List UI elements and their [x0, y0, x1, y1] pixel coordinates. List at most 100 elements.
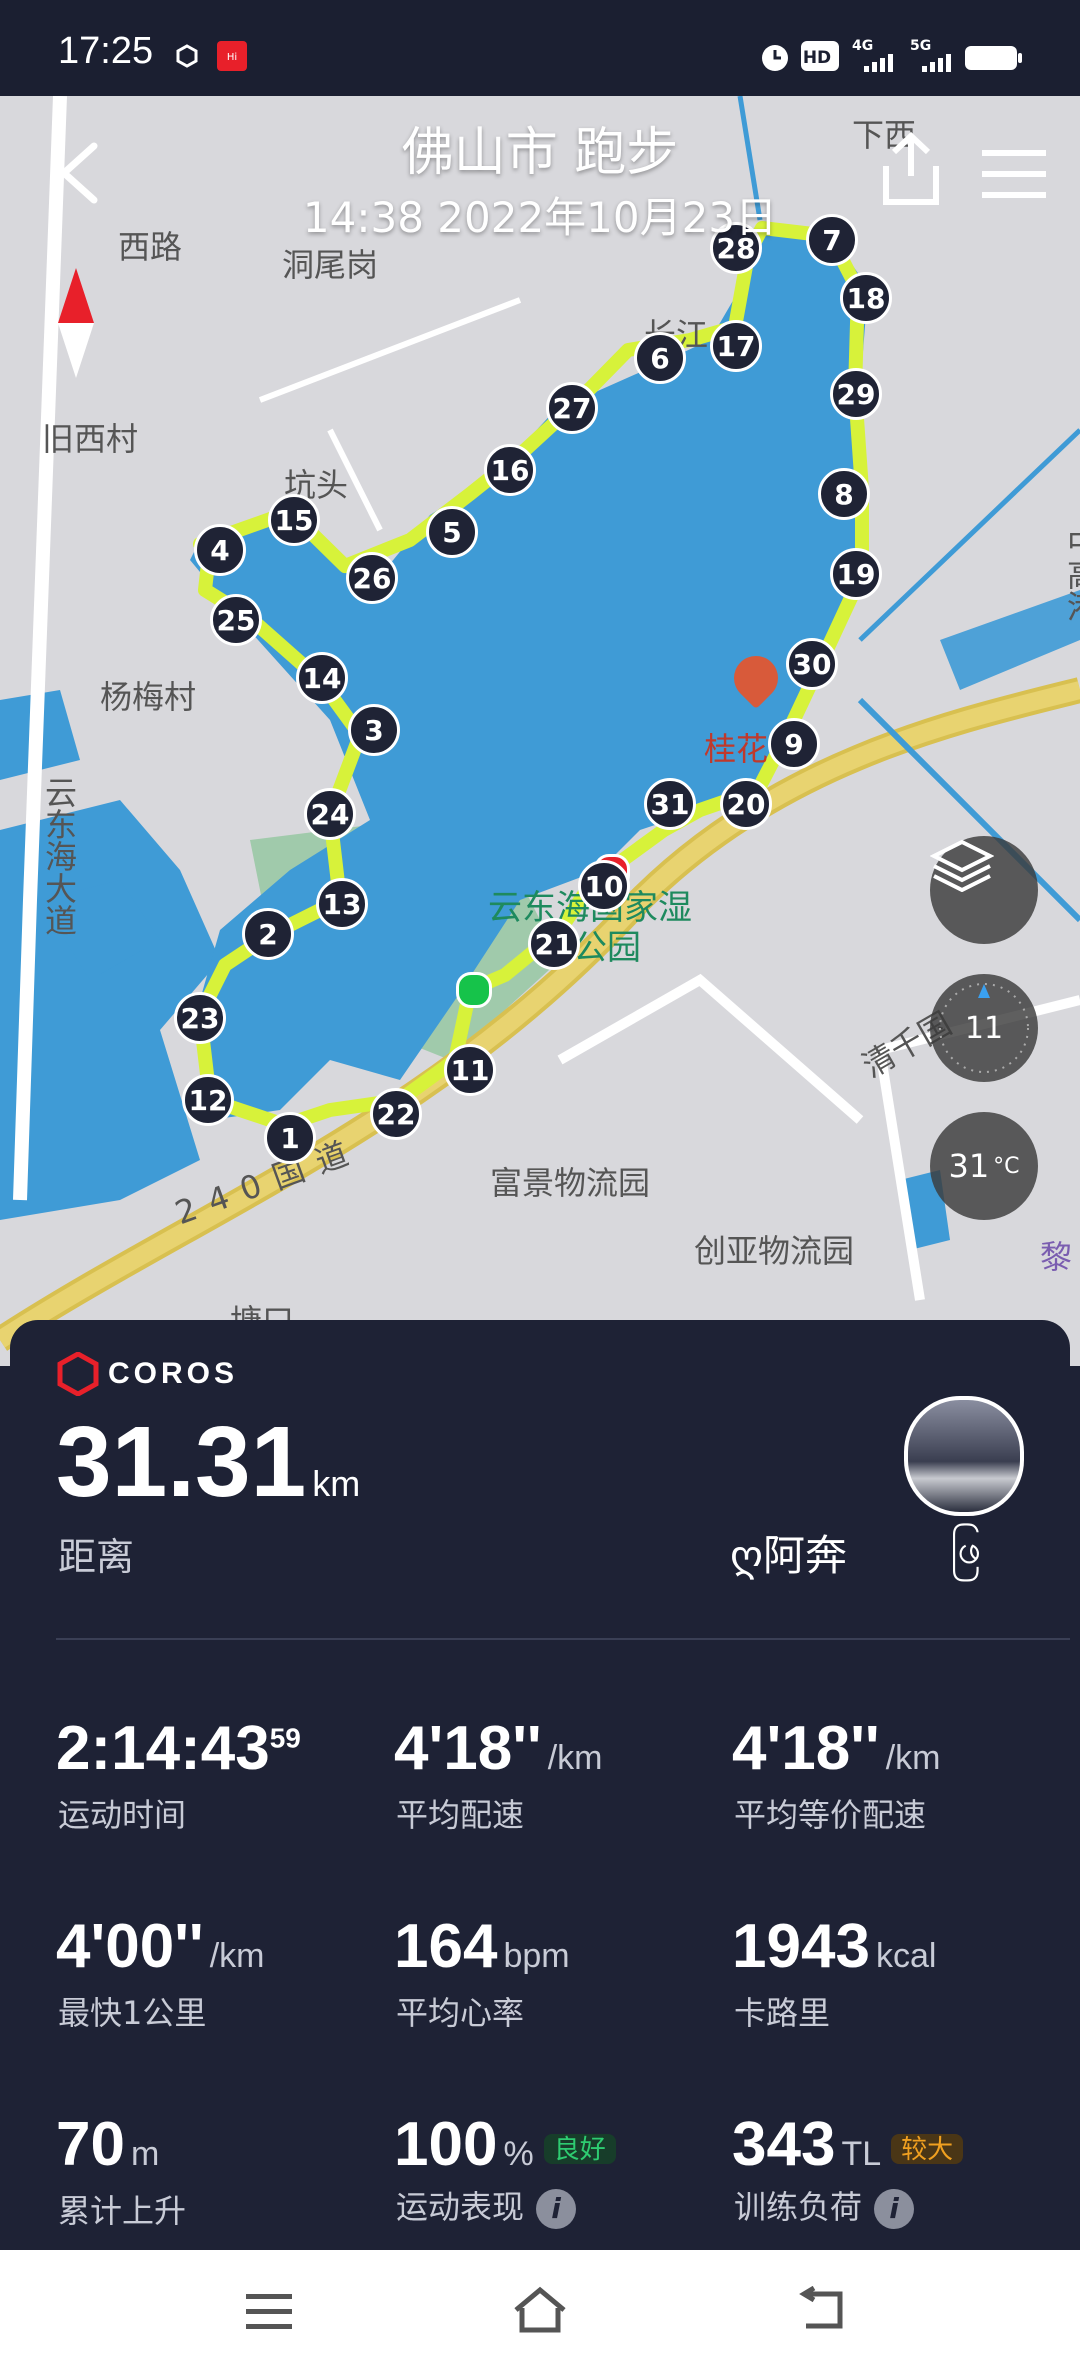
- recent-apps-button[interactable]: [244, 2290, 294, 2338]
- km-marker[interactable]: 23: [174, 992, 226, 1044]
- km-marker[interactable]: 21: [528, 918, 580, 970]
- map-label: 桂花: [704, 730, 769, 768]
- km-marker[interactable]: 3: [348, 704, 400, 756]
- performance-label: 运动表现 i: [396, 2182, 577, 2229]
- svg-text:4G: 4G: [852, 38, 873, 54]
- km-marker[interactable]: 30: [786, 638, 838, 690]
- elevation-gain-value: 70 m: [56, 2110, 160, 2179]
- performance-badge: 良好: [543, 2133, 616, 2164]
- training-load-badge: 较大: [891, 2133, 964, 2164]
- training-load-info-icon[interactable]: i: [874, 2189, 915, 2229]
- km-marker[interactable]: 27: [546, 382, 598, 434]
- distance-unit: km: [312, 1463, 361, 1504]
- coros-logo-icon: [57, 1352, 99, 1396]
- km-marker[interactable]: 19: [830, 548, 882, 600]
- svg-text:5G: 5G: [910, 38, 931, 54]
- avg-grade-pace-value: 4'18''/km: [732, 1714, 941, 1783]
- map-label: 黎: [1040, 1238, 1073, 1276]
- km-marker[interactable]: 4: [194, 524, 246, 576]
- km-marker[interactable]: 8: [818, 468, 870, 520]
- km-marker[interactable]: 6: [634, 332, 686, 384]
- km-marker[interactable]: 26: [346, 552, 398, 604]
- svg-text:Hi: Hi: [227, 52, 237, 63]
- signal-5g-icon: 5G: [908, 36, 960, 80]
- back-button[interactable]: [52, 138, 112, 208]
- performance-value: 100% 良好: [394, 2114, 616, 2176]
- km-marker[interactable]: 14: [296, 652, 348, 704]
- avg-heart-rate-value: 164 bpm: [394, 1912, 570, 1981]
- app-notification-icon: Hi: [216, 40, 248, 76]
- km-marker[interactable]: 24: [304, 788, 356, 840]
- km-marker[interactable]: 13: [316, 878, 368, 930]
- brand-name: COROS: [108, 1357, 239, 1390]
- layers-icon: [930, 839, 994, 892]
- hd-icon: HD: [800, 40, 840, 76]
- map-label: 云东海大道: [40, 776, 78, 936]
- training-load-label: 训练负荷 i: [734, 2182, 915, 2229]
- home-button[interactable]: [510, 2284, 570, 2340]
- km-marker[interactable]: 10: [578, 860, 630, 912]
- temperature-unit: °C: [993, 1153, 1020, 1179]
- system-nav-bar: [0, 2250, 1080, 2376]
- share-button[interactable]: [876, 130, 946, 210]
- alarm-icon: [758, 40, 792, 78]
- map-label: 中高港: [1062, 526, 1080, 622]
- user-suffix: ဖြ: [950, 1524, 982, 1573]
- avg-pace-label: 平均配速: [396, 1796, 525, 1834]
- km-marker[interactable]: 31: [644, 778, 696, 830]
- km-marker[interactable]: 15: [268, 494, 320, 546]
- compass-heading: 11: [964, 1010, 1004, 1046]
- performance-info-icon[interactable]: i: [536, 2189, 577, 2229]
- north-arrow-icon: [56, 268, 96, 378]
- elevation-gain-label: 累计上升: [58, 2192, 187, 2230]
- activity-summary-panel: COROS 31.31 km 距离 ღ阿奔 ဖြ 2:14:4359 运动时间 4…: [10, 1320, 1070, 2250]
- distance-value: 31.31 km: [56, 1406, 361, 1518]
- moving-time-hundredths: 59: [269, 1722, 301, 1754]
- brand-logo: COROS: [56, 1352, 238, 1396]
- moving-time-label: 运动时间: [58, 1796, 187, 1834]
- menu-icon: [982, 150, 1046, 198]
- fastest-km-label: 最快1公里: [58, 1994, 207, 2032]
- km-marker[interactable]: 22: [370, 1088, 422, 1140]
- km-marker[interactable]: 18: [840, 272, 892, 324]
- fastest-km-value: 4'00''/km: [56, 1912, 265, 1981]
- km-marker[interactable]: 2: [242, 908, 294, 960]
- route-map[interactable]: 西路 洞尾岗 下西 旧西村 坑头 长江 杨梅村 桂花 云东海大道 云东海国家湿地…: [0, 96, 1080, 1366]
- temperature-button[interactable]: 31 °C: [930, 1112, 1038, 1220]
- training-load-value: 343 TL 较大: [732, 2114, 964, 2176]
- status-time: 17:25: [58, 30, 154, 72]
- share-icon: [883, 131, 939, 205]
- status-bar: 17:25 Hi HD 4G 5G: [0, 0, 1080, 96]
- avatar[interactable]: [904, 1396, 1024, 1516]
- back-nav-button[interactable]: [796, 2285, 850, 2338]
- back-arrow-icon: [60, 142, 98, 204]
- km-marker[interactable]: 20: [720, 778, 772, 830]
- svg-text:HD: HD: [803, 48, 831, 68]
- km-marker[interactable]: 5: [426, 506, 478, 558]
- km-marker[interactable]: 16: [484, 444, 536, 496]
- km-marker[interactable]: 29: [830, 368, 882, 420]
- map-layers-button[interactable]: [930, 836, 1038, 944]
- menu-button[interactable]: [980, 148, 1048, 200]
- km-marker[interactable]: 1: [264, 1112, 316, 1164]
- km-marker[interactable]: 9: [768, 718, 820, 770]
- user-name: ღ阿奔: [730, 1531, 848, 1580]
- temperature-value: 31: [948, 1147, 990, 1185]
- distance-label: 距离: [58, 1535, 135, 1579]
- moving-time-value: 2:14:4359: [56, 1714, 301, 1783]
- km-marker[interactable]: 11: [444, 1044, 496, 1096]
- map-label: 创亚物流园: [694, 1232, 855, 1270]
- map-label: 旧西村: [42, 420, 139, 458]
- avg-grade-pace-label: 平均等价配速: [734, 1796, 927, 1834]
- map-label: 杨梅村: [100, 678, 197, 716]
- vpn-icon: [176, 44, 198, 72]
- signal-4g-icon: 4G: [850, 36, 902, 80]
- back-nav-icon: [799, 2285, 843, 2329]
- km-marker[interactable]: 17: [710, 320, 762, 372]
- home-icon: [514, 2286, 566, 2333]
- km-marker[interactable]: 12: [182, 1074, 234, 1126]
- avg-pace-value: 4'18''/km: [394, 1714, 603, 1783]
- compass-button[interactable]: 11: [930, 974, 1038, 1082]
- divider: [56, 1638, 1070, 1640]
- km-marker[interactable]: 25: [210, 594, 262, 646]
